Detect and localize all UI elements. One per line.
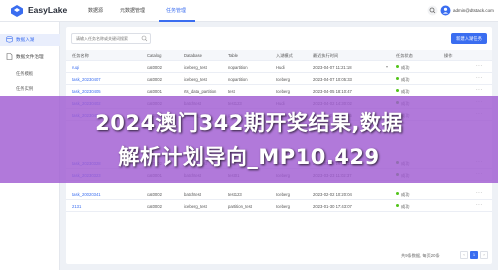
status-badge: 成功: [396, 191, 410, 198]
task-name-link[interactable]: task_20020341: [72, 192, 101, 197]
tab-datasource[interactable]: 数据源: [88, 7, 103, 14]
task-name-link[interactable]: ruqi: [72, 65, 79, 70]
database-cell: iceberg_test: [184, 64, 207, 70]
table-cell: test123: [228, 191, 242, 197]
catalog-cell: cat0002: [147, 64, 162, 70]
search-icon[interactable]: [141, 35, 148, 42]
table-cell: test: [228, 88, 235, 94]
brand-name[interactable]: EasyLake: [28, 5, 67, 15]
column-header: Catalog: [147, 53, 162, 58]
mode-cell: Iceberg: [276, 203, 290, 209]
search-field[interactable]: [71, 33, 151, 44]
time-cell: 2023-04-07 10:05:33: [313, 76, 352, 82]
mode-cell: Iceberg: [276, 76, 290, 82]
table-row[interactable]: 2131 cat0002 iceberg_test partition_test…: [66, 200, 492, 212]
status-text: 成功: [401, 64, 410, 70]
sidebar-item-label: 数据文件治理: [16, 54, 44, 59]
status-dot: [396, 191, 399, 195]
status-badge: 成功: [396, 76, 410, 83]
status-dot: [396, 76, 399, 80]
mode-cell: Iceberg: [276, 88, 290, 94]
top-navigation-bar: EasyLake 数据源 元数据管理 任务管理 admin@dtstack.co…: [0, 0, 498, 22]
database-cell: iceberg_test: [184, 203, 207, 209]
column-header: Database: [184, 53, 202, 58]
tab-task-management[interactable]: 任务管理: [166, 7, 186, 14]
sidebar-item-file-governance[interactable]: 数据文件治理: [0, 51, 60, 63]
sidebar-item-label: 数据入湖: [16, 37, 35, 42]
catalog-cell: cat0002: [147, 191, 162, 197]
more-actions-icon[interactable]: ···: [476, 202, 483, 208]
database-icon: [6, 36, 13, 43]
sidebar-subitem-task-instance[interactable]: 任务实例: [16, 86, 33, 92]
search-icon[interactable]: [427, 5, 438, 16]
column-header: 任务状态: [396, 53, 413, 58]
table-cell: partition_test: [228, 203, 252, 209]
page-number-button[interactable]: 1: [470, 251, 478, 259]
column-header: 任务名称: [72, 53, 89, 58]
more-actions-icon[interactable]: ···: [476, 87, 483, 93]
more-actions-icon[interactable]: ···: [476, 63, 483, 69]
more-actions-icon[interactable]: ···: [476, 190, 483, 196]
active-tab-indicator: [159, 20, 195, 22]
catalog-cell: cat0002: [147, 203, 162, 209]
table-cell: nopartition: [228, 76, 248, 82]
sidebar-subitem-task-template[interactable]: 任务模板: [16, 71, 33, 77]
status-badge: 成功: [396, 88, 410, 95]
status-text: 成功: [401, 191, 410, 197]
catalog-cell: cat0002: [147, 76, 162, 82]
prev-page-button[interactable]: ‹: [460, 251, 468, 259]
time-cell: 2023-02-02 10:20:04: [313, 191, 352, 197]
user-email[interactable]: admin@dtstack.com: [453, 8, 494, 13]
status-badge: 成功: [396, 64, 410, 71]
search-input[interactable]: [72, 34, 142, 43]
column-header: 操作: [444, 53, 453, 58]
status-dot: [396, 88, 399, 92]
status-text: 成功: [401, 76, 410, 82]
file-icon: [6, 53, 13, 60]
time-cell: 2023-04-05 18:10:47: [313, 88, 352, 94]
time-cell: 2023-01-30 17:43:07: [313, 203, 352, 209]
database-cell: batchtest: [184, 191, 201, 197]
status-dot: [396, 64, 399, 68]
task-name-link[interactable]: 2131: [72, 204, 81, 209]
status-badge: 成功: [396, 203, 410, 210]
mode-cell: Iceberg: [276, 191, 290, 197]
status-text: 成功: [401, 203, 410, 209]
next-page-button[interactable]: ›: [480, 251, 488, 259]
column-header: 入湖模式: [276, 53, 293, 58]
create-ingest-task-button[interactable]: 新建入湖任务: [451, 33, 487, 44]
table-header: 任务名称 Catalog Database Table 入湖模式 最近执行时间 …: [66, 50, 492, 61]
chevron-down-icon[interactable]: ▾: [386, 64, 388, 69]
catalog-cell: cat0001: [147, 88, 162, 94]
column-header: Table: [228, 53, 239, 58]
task-name-link[interactable]: task_20230405: [72, 89, 101, 94]
status-dot: [396, 203, 399, 207]
table-row[interactable]: ruqi cat0002 iceberg_test nopartition Hu…: [66, 61, 492, 73]
task-name-link[interactable]: task_20230407: [72, 77, 101, 82]
overlay-title-line2: 解析计划导向_MP10.429: [118, 145, 380, 169]
time-cell: 2023-04-07 11:21:18: [313, 64, 352, 70]
sidebar-item-data-ingest[interactable]: 数据入湖: [0, 34, 60, 46]
table-cell: nopartition: [228, 64, 248, 70]
tab-metadata[interactable]: 元数据管理: [120, 7, 145, 14]
user-avatar-icon[interactable]: [440, 5, 451, 16]
mode-cell: Hudi: [276, 64, 285, 70]
table-row[interactable]: task_20230407 cat0002 iceberg_test nopar…: [66, 73, 492, 85]
database-cell: rts_data_partition: [184, 88, 217, 94]
table-row[interactable]: task_20020341 cat0002 batchtest test123 …: [66, 188, 492, 200]
status-text: 成功: [401, 88, 410, 94]
more-actions-icon[interactable]: ···: [476, 75, 483, 81]
overlay-title-line1: 2024澳门342期开奖结果,数据: [95, 111, 403, 135]
easylake-logo-icon[interactable]: [10, 4, 24, 18]
pagination-summary: 共9条数据, 每页20条: [401, 253, 440, 258]
column-header: 最近执行时间: [313, 53, 339, 58]
database-cell: iceberg_test: [184, 76, 207, 82]
